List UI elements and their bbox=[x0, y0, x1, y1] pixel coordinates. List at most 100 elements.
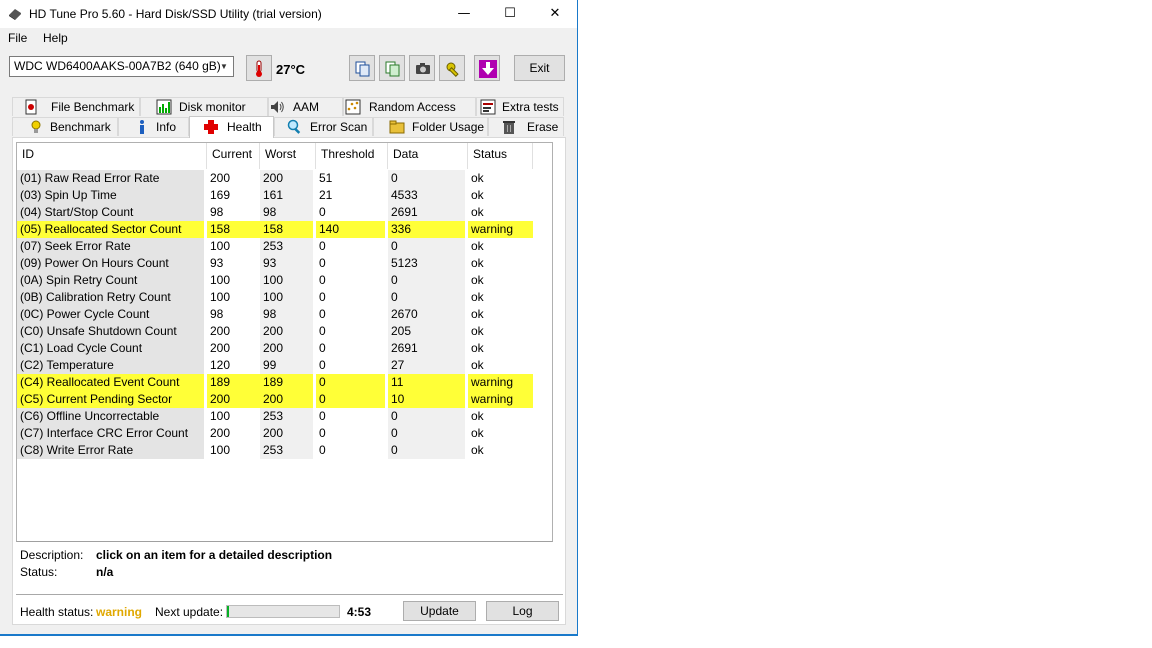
table-cell: (05) Reallocated Sector Count bbox=[17, 221, 204, 238]
drive-select[interactable]: WDC WD6400AAKS-00A7B2 (640 gB) ▼ bbox=[9, 56, 234, 77]
table-cell: (01) Raw Read Error Rate bbox=[17, 170, 204, 187]
table-cell: 0 bbox=[316, 340, 385, 357]
col-header-worst[interactable]: Worst bbox=[260, 143, 316, 169]
title-bar[interactable]: HD Tune Pro 5.60 - Hard Disk/SSD Utility… bbox=[0, 0, 577, 28]
description-value: click on an item for a detailed descript… bbox=[96, 548, 333, 562]
temperature-button[interactable] bbox=[246, 55, 272, 81]
exit-button[interactable]: Exit bbox=[514, 55, 565, 81]
col-header-id[interactable]: ID bbox=[17, 143, 207, 169]
table-cell: ok bbox=[468, 425, 533, 442]
table-cell: (09) Power On Hours Count bbox=[17, 255, 204, 272]
options-button[interactable] bbox=[439, 55, 465, 81]
table-cell: 98 bbox=[260, 306, 313, 323]
app-disk-icon bbox=[9, 9, 21, 20]
table-cell: warning bbox=[468, 374, 533, 391]
health-status-label: Health status: bbox=[20, 605, 94, 619]
tab-label: File Benchmark bbox=[51, 100, 135, 114]
table-cell: 0 bbox=[316, 323, 385, 340]
table-cell: ok bbox=[468, 238, 533, 255]
drive-select-value: WDC WD6400AAKS-00A7B2 (640 gB) bbox=[14, 59, 221, 73]
table-cell: 200 bbox=[260, 425, 313, 442]
table-cell: 120 bbox=[207, 357, 260, 374]
table-cell: (0C) Power Cycle Count bbox=[17, 306, 204, 323]
tab-folder-usage[interactable]: Folder Usage bbox=[373, 117, 488, 136]
tab-info[interactable]: Info bbox=[118, 117, 189, 136]
menu-file[interactable]: File bbox=[8, 31, 27, 45]
close-button[interactable]: ✕ bbox=[532, 0, 578, 28]
table-cell: 0 bbox=[388, 272, 465, 289]
menu-bar: File Help bbox=[0, 28, 577, 48]
table-cell: ok bbox=[468, 204, 533, 221]
info-icon bbox=[140, 120, 144, 134]
folder-icon bbox=[389, 120, 405, 134]
table-cell: (C2) Temperature bbox=[17, 357, 204, 374]
col-header-data[interactable]: Data bbox=[388, 143, 468, 169]
tab-label: Random Access bbox=[369, 100, 456, 114]
table-cell: warning bbox=[468, 221, 533, 238]
table-cell: 98 bbox=[207, 204, 260, 221]
update-progress-bar bbox=[226, 605, 340, 618]
table-cell: 169 bbox=[207, 187, 260, 204]
table-cell: ok bbox=[468, 272, 533, 289]
tab-extra-tests[interactable]: Extra tests bbox=[476, 97, 564, 116]
tab-health[interactable]: Health bbox=[189, 116, 274, 138]
table-cell: (C0) Unsafe Shutdown Count bbox=[17, 323, 204, 340]
table-cell: (C1) Load Cycle Count bbox=[17, 340, 204, 357]
table-cell: 0 bbox=[388, 425, 465, 442]
col-header-threshold[interactable]: Threshold bbox=[316, 143, 388, 169]
table-cell: 100 bbox=[207, 289, 260, 306]
screenshot-button[interactable] bbox=[409, 55, 435, 81]
save-button[interactable] bbox=[474, 55, 500, 81]
table-cell: 253 bbox=[260, 442, 313, 459]
table-cell: ok bbox=[468, 170, 533, 187]
tab-file-benchmark[interactable]: File Benchmark bbox=[12, 97, 140, 116]
table-cell: ok bbox=[468, 442, 533, 459]
tab-error-scan[interactable]: Error Scan bbox=[274, 117, 373, 136]
table-cell: 0 bbox=[316, 306, 385, 323]
table-cell: 0 bbox=[316, 408, 385, 425]
table-cell: ok bbox=[468, 340, 533, 357]
maximize-button[interactable]: ☐ bbox=[487, 0, 533, 28]
table-cell: 0 bbox=[316, 255, 385, 272]
tab-disk-monitor[interactable]: Disk monitor bbox=[140, 97, 268, 116]
table-cell: 0 bbox=[388, 408, 465, 425]
table-cell: ok bbox=[468, 408, 533, 425]
file-benchmark-icon bbox=[25, 99, 37, 115]
copy-screenshot-button[interactable] bbox=[379, 55, 405, 81]
status-value: n/a bbox=[96, 565, 114, 579]
tab-erase[interactable]: Erase bbox=[488, 117, 564, 136]
table-cell: 161 bbox=[260, 187, 313, 204]
table-cell: 4533 bbox=[388, 187, 465, 204]
table-cell: (C5) Current Pending Sector bbox=[17, 391, 204, 408]
tab-random-access[interactable]: Random Access bbox=[343, 97, 476, 116]
menu-help[interactable]: Help bbox=[43, 31, 68, 45]
table-cell: ok bbox=[468, 255, 533, 272]
health-status-value: warning bbox=[96, 605, 143, 619]
log-button[interactable]: Log bbox=[486, 601, 559, 621]
table-cell: 200 bbox=[260, 391, 313, 408]
tab-label: AAM bbox=[293, 100, 320, 114]
tab-label: Info bbox=[156, 120, 177, 134]
col-header-current[interactable]: Current bbox=[207, 143, 260, 169]
smart-table[interactable]: ID Current Worst Threshold Data Status (… bbox=[16, 142, 553, 542]
table-cell: 0 bbox=[316, 374, 385, 391]
camera-icon bbox=[416, 63, 430, 74]
tab-aam[interactable]: AAM bbox=[268, 97, 343, 116]
health-cross-icon bbox=[204, 120, 218, 134]
copy-info-button[interactable] bbox=[349, 55, 375, 81]
tab-label: Folder Usage bbox=[412, 120, 485, 134]
status-label: Status: bbox=[20, 565, 58, 579]
table-cell: 0 bbox=[388, 238, 465, 255]
table-cell: 189 bbox=[260, 374, 313, 391]
minimize-button[interactable]: — bbox=[441, 0, 487, 28]
table-cell: 2691 bbox=[388, 340, 465, 357]
tab-row-1: File Benchmark Disk monitor AAM Random A… bbox=[12, 97, 564, 117]
col-header-status[interactable]: Status bbox=[468, 143, 533, 169]
tab-benchmark[interactable]: Benchmark bbox=[12, 117, 118, 136]
update-button[interactable]: Update bbox=[403, 601, 476, 621]
table-cell: 0 bbox=[388, 289, 465, 306]
copy-green-icon bbox=[385, 61, 400, 77]
table-cell: 200 bbox=[207, 323, 260, 340]
table-cell: ok bbox=[468, 357, 533, 374]
tab-label: Disk monitor bbox=[179, 100, 246, 114]
